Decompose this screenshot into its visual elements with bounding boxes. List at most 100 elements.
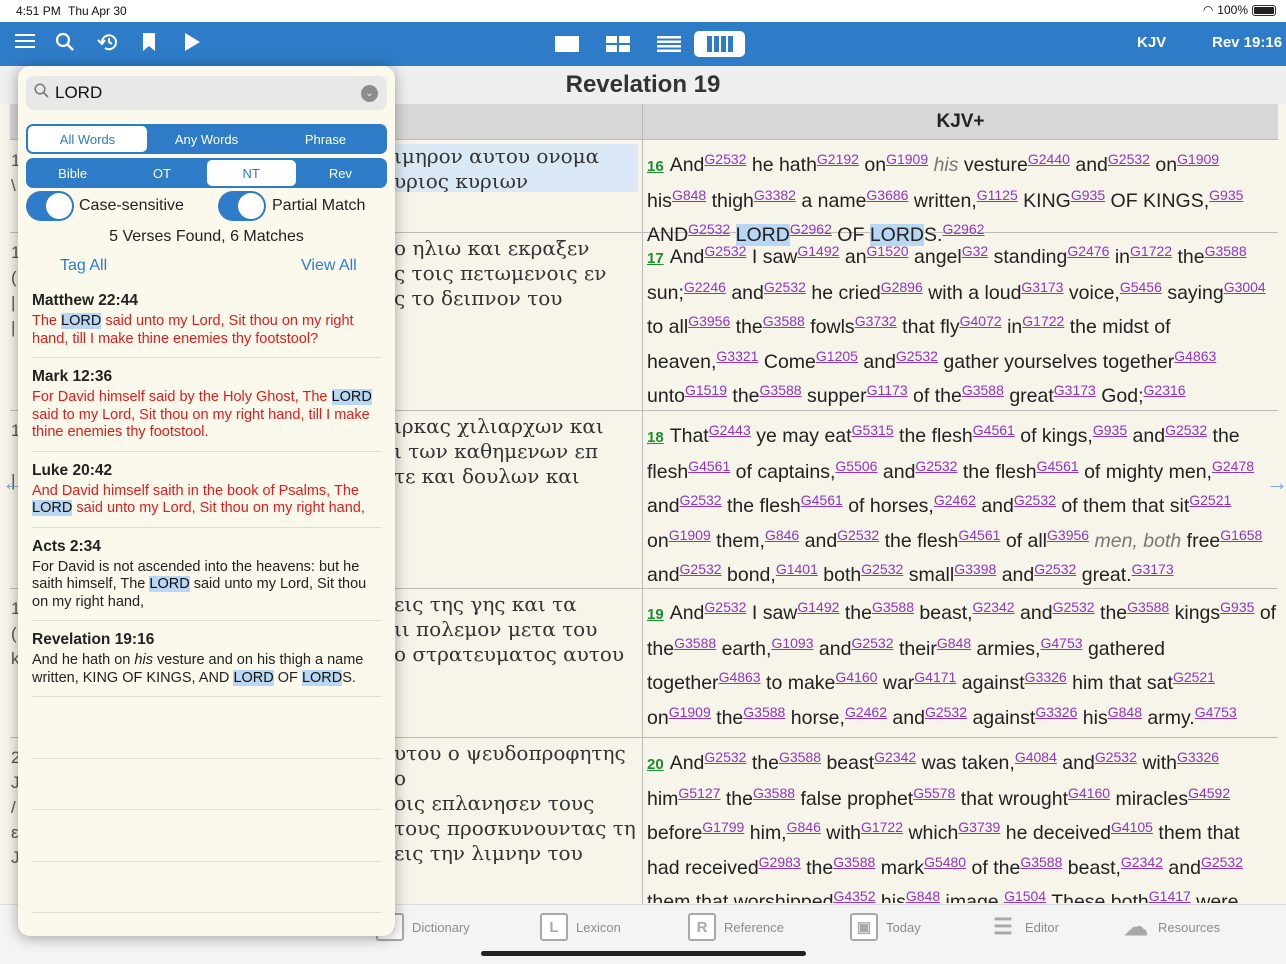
strongs-link[interactable]: G4863: [1174, 348, 1216, 364]
strongs-link[interactable]: G3173: [1054, 382, 1096, 398]
strongs-link[interactable]: G2532: [861, 561, 903, 577]
strongs-link[interactable]: G4160: [835, 669, 877, 685]
tag-all-link[interactable]: Tag All: [60, 257, 107, 275]
greek-verse-16[interactable]: ιμηρον αυτου ονομα υριος κυριων: [394, 144, 638, 193]
strongs-link[interactable]: G1909: [1177, 151, 1219, 167]
tab-today[interactable]: ▣ Today: [850, 913, 921, 941]
strongs-link[interactable]: G2532: [704, 243, 746, 259]
strongs-link[interactable]: G5127: [678, 785, 720, 801]
strongs-link[interactable]: G2532: [704, 749, 746, 765]
strongs-link[interactable]: G1205: [816, 348, 858, 364]
strongs-link[interactable]: G4561: [688, 458, 730, 474]
strongs-link[interactable]: G935: [1209, 187, 1243, 203]
strongs-link[interactable]: G848: [937, 635, 971, 651]
strongs-link[interactable]: G2532: [1034, 561, 1076, 577]
strongs-link[interactable]: G3173: [1021, 279, 1063, 295]
layout-list-button[interactable]: [643, 31, 694, 57]
strongs-link[interactable]: G5315: [852, 422, 894, 438]
strongs-link[interactable]: G3326: [1025, 669, 1067, 685]
strongs-link[interactable]: G4753: [1040, 635, 1082, 651]
strongs-link[interactable]: G3321: [716, 348, 758, 364]
strongs-link[interactable]: G3326: [1035, 704, 1077, 720]
strongs-link[interactable]: G1417: [1149, 888, 1191, 903]
strongs-link[interactable]: G4171: [914, 669, 956, 685]
strongs-link[interactable]: G4592: [1188, 785, 1230, 801]
scope-rev[interactable]: Rev: [296, 160, 385, 186]
strongs-link[interactable]: G2521: [1173, 669, 1215, 685]
strongs-link[interactable]: G1722: [861, 819, 903, 835]
strongs-link[interactable]: G2532: [1014, 492, 1056, 508]
strongs-link[interactable]: G2532: [680, 561, 722, 577]
strongs-link[interactable]: G2532: [1095, 749, 1137, 765]
list-item[interactable]: Mark 12:36 For David himself said by the…: [32, 368, 381, 452]
reference-button[interactable]: Rev 19:16: [1212, 34, 1282, 51]
strongs-link[interactable]: G3588: [760, 382, 802, 398]
verse-number[interactable]: 18: [647, 429, 664, 446]
strongs-link[interactable]: G2342: [973, 599, 1015, 615]
strongs-link[interactable]: G3956: [1047, 527, 1089, 543]
strongs-link[interactable]: G848: [672, 187, 706, 203]
strongs-link[interactable]: G2521: [1189, 492, 1231, 508]
strongs-link[interactable]: G935: [1071, 187, 1105, 203]
strongs-link[interactable]: G4561: [801, 492, 843, 508]
strongs-link[interactable]: G1909: [669, 527, 711, 543]
verse-20[interactable]: 20 AndG2532 theG3588 beastG2342 was taken…: [647, 743, 1277, 903]
strongs-link[interactable]: G3326: [1177, 749, 1219, 765]
strongs-link[interactable]: G2440: [1028, 151, 1070, 167]
strongs-link[interactable]: G2532: [915, 458, 957, 474]
strongs-link[interactable]: G1492: [797, 599, 839, 615]
strongs-link[interactable]: G4561: [958, 527, 1000, 543]
strongs-link[interactable]: G2532: [1108, 151, 1150, 167]
strongs-link[interactable]: G4863: [719, 669, 761, 685]
strongs-link[interactable]: G1173: [867, 382, 908, 398]
strongs-link[interactable]: G4561: [1037, 458, 1079, 474]
strongs-link[interactable]: G1519: [685, 382, 727, 398]
strongs-link[interactable]: G32: [962, 243, 988, 259]
strongs-link[interactable]: G1799: [702, 819, 744, 835]
list-item[interactable]: Matthew 22:44 The LORD said unto my Lord…: [32, 292, 381, 358]
strongs-link[interactable]: G2532: [925, 704, 967, 720]
verse-number[interactable]: 16: [647, 158, 664, 175]
strongs-link[interactable]: G4352: [833, 888, 875, 903]
strongs-link[interactable]: G2478: [1212, 458, 1254, 474]
strongs-link[interactable]: G3173: [1132, 561, 1174, 577]
strongs-link[interactable]: G3398: [954, 561, 996, 577]
strongs-link[interactable]: G3956: [688, 313, 730, 329]
view-all-link[interactable]: View All: [301, 257, 357, 275]
strongs-link[interactable]: G848: [906, 888, 940, 903]
strongs-link[interactable]: G2532: [851, 635, 893, 651]
version-button[interactable]: KJV: [1137, 34, 1166, 51]
search-input[interactable]: LORD ⌄: [26, 76, 387, 110]
strongs-link[interactable]: G3588: [833, 854, 875, 870]
strongs-link[interactable]: G2532: [1201, 854, 1243, 870]
clear-search-icon[interactable]: ⌄: [361, 85, 378, 102]
greek-verse-20[interactable]: υτου ο ψευδοπροφητης ο οις επλανησεν τους…: [394, 741, 638, 866]
strongs-link[interactable]: G2532: [1165, 422, 1207, 438]
word-mode-all-words[interactable]: All Words: [28, 126, 147, 152]
menu-icon[interactable]: [15, 32, 35, 55]
layout-single-column-button[interactable]: [541, 31, 592, 57]
strongs-link[interactable]: G1520: [867, 243, 909, 259]
strongs-link[interactable]: G2896: [881, 279, 923, 295]
strongs-link[interactable]: G2532: [688, 221, 730, 237]
strongs-link[interactable]: G4072: [960, 313, 1002, 329]
strongs-link[interactable]: G5456: [1120, 279, 1162, 295]
verse-19[interactable]: 19 AndG2532 I sawG1492 theG3588 beast,G23…: [647, 593, 1277, 732]
greek-verse-18[interactable]: ιρκας χιλιαρχων και ι των καθημενων επ τε …: [394, 414, 638, 489]
strongs-link[interactable]: G2462: [934, 492, 976, 508]
scope-ot[interactable]: OT: [117, 160, 206, 186]
tab-resources[interactable]: ☁ Resources: [1122, 913, 1220, 941]
strongs-link[interactable]: G2342: [874, 749, 916, 765]
strongs-link[interactable]: G1125: [977, 187, 1018, 203]
scope-bible[interactable]: Bible: [28, 160, 117, 186]
strongs-link[interactable]: G2962: [790, 221, 832, 237]
strongs-link[interactable]: G2532: [680, 492, 722, 508]
list-item[interactable]: Luke 20:42 And David himself saith in th…: [32, 462, 381, 528]
strongs-link[interactable]: G3686: [866, 187, 908, 203]
strongs-link[interactable]: G4105: [1111, 819, 1153, 835]
bookmark-icon[interactable]: [142, 32, 156, 57]
strongs-link[interactable]: G2246: [684, 279, 726, 295]
strongs-link[interactable]: G2462: [845, 704, 887, 720]
strongs-link[interactable]: G1722: [1130, 243, 1172, 259]
verse-17[interactable]: 17 AndG2532 I sawG1492 anG1520 angelG32 s…: [647, 237, 1277, 410]
